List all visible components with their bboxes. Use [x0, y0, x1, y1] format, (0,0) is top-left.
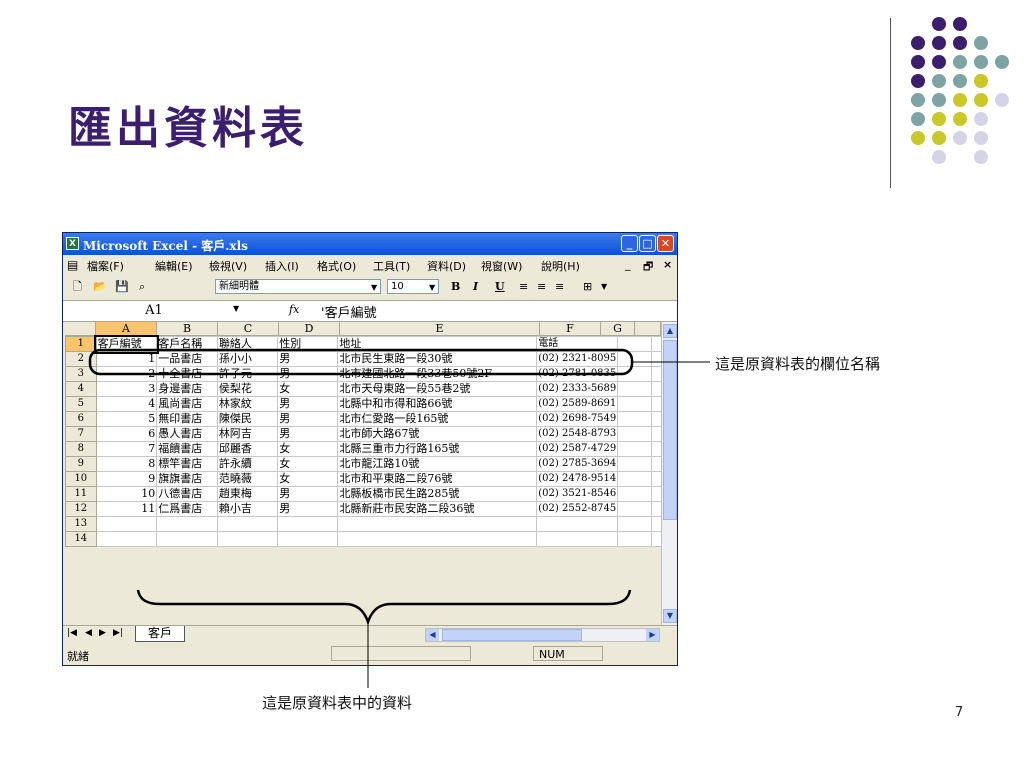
- header-annotation: 這是原資料表的欄位名稱: [715, 355, 881, 373]
- header-highlight-outline: [88, 348, 634, 376]
- callout-graphics: [88, 348, 710, 688]
- data-brace: [136, 589, 632, 626]
- data-annotation: 這是原資料表中的資料: [262, 694, 413, 712]
- page-number: 7: [955, 705, 964, 720]
